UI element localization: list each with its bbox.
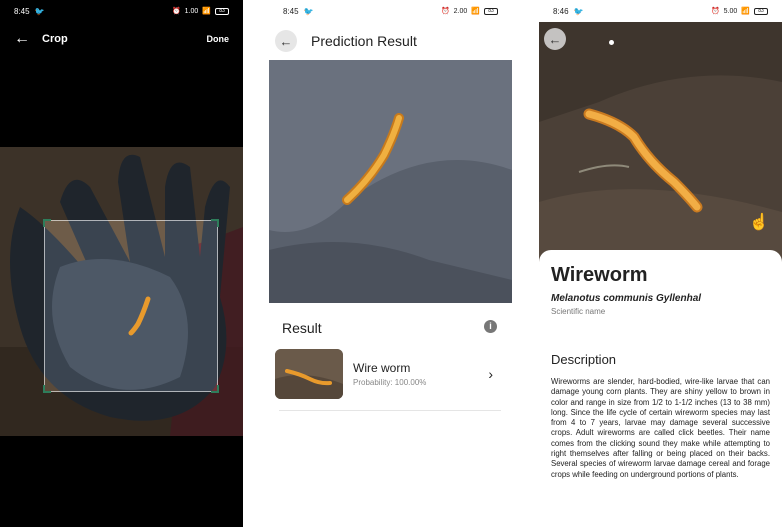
crop-handle-bottom-left[interactable]: [43, 385, 51, 393]
crop-header: ← Crop Done: [0, 28, 243, 50]
detail-screen: 8:46 🐦 ⏰ 5.00 📶 83 ← ☝ Wireworm Melanotu…: [539, 0, 782, 527]
battery-icon: 83: [754, 7, 768, 15]
crop-screen: 8:45 🐦 ⏰ 1.00 📶 83 ← Crop Done: [0, 0, 243, 527]
status-time: 8:46: [553, 6, 569, 16]
status-bar: 8:46 🐦 ⏰ 5.00 📶 83: [539, 0, 782, 22]
prediction-image: [269, 60, 512, 303]
status-time: 8:45: [14, 6, 30, 16]
prediction-screen: 8:45 🐦 ⏰ 2.00 📶 83 ← Prediction Result R…: [269, 0, 512, 527]
back-arrow-icon: ←: [548, 31, 562, 47]
crop-mask-bottom: [0, 392, 243, 436]
battery-icon: 83: [484, 7, 498, 15]
glove-closeup-photo: [269, 60, 512, 303]
crop-mask-top: [0, 147, 243, 220]
screens-container: 8:45 🐦 ⏰ 1.00 📶 83 ← Crop Done 8:45 🐦 ⏰ …: [0, 0, 782, 527]
divider: [279, 410, 501, 411]
network-speed: 5.00: [723, 7, 738, 15]
scientific-name: Melanotus communis Gyllenhal: [551, 293, 702, 304]
status-bar: 8:45 🐦 ⏰ 2.00 📶 83: [269, 0, 512, 22]
wireworm-thumbnail-image: [275, 349, 343, 399]
carousel-dot: [609, 40, 614, 45]
result-probability: Probability: 100.00%: [353, 378, 427, 387]
alarm-icon: ⏰: [171, 8, 181, 15]
back-arrow-icon: ←: [279, 33, 293, 49]
back-button[interactable]: ←: [544, 28, 566, 50]
twitter-icon: 🐦: [303, 6, 314, 16]
alarm-icon: ⏰: [440, 8, 450, 15]
page-title: Prediction Result: [311, 33, 417, 49]
back-arrow-icon[interactable]: ←: [14, 30, 30, 48]
crop-mask-right: [218, 220, 243, 392]
network-speed: 1.00: [184, 7, 199, 15]
twitter-icon: 🐦: [34, 6, 45, 16]
scientific-name-label: Scientific name: [551, 307, 606, 316]
pest-hero-image[interactable]: [539, 22, 782, 262]
back-button[interactable]: ←: [275, 30, 297, 52]
result-thumbnail: [275, 349, 343, 399]
network-speed: 2.00: [453, 7, 468, 15]
status-time: 8:45: [283, 6, 299, 16]
hero-back: ←: [544, 28, 566, 50]
crop-title: Crop: [42, 33, 68, 45]
status-bar: 8:45 🐦 ⏰ 1.00 📶 83: [0, 0, 243, 22]
alarm-icon: ⏰: [710, 8, 720, 15]
chevron-right-icon: ›: [488, 366, 493, 382]
crop-handle-top-left[interactable]: [43, 219, 51, 227]
result-name: Wire worm: [353, 361, 411, 375]
twitter-icon: 🐦: [573, 6, 584, 16]
result-text: Wire worm Probability: 100.00%: [353, 361, 488, 387]
wireworm-soil-photo: [539, 22, 782, 262]
description-heading: Description: [551, 352, 617, 367]
detail-sheet: Wireworm Melanotus communis Gyllenhal Sc…: [539, 250, 782, 527]
hand-pointer-icon: ☝: [749, 214, 769, 231]
result-list-item[interactable]: Wire worm Probability: 100.00% ›: [275, 348, 503, 400]
done-button[interactable]: Done: [207, 34, 230, 44]
crop-handle-bottom-right[interactable]: [211, 385, 219, 393]
wifi-icon: 📶: [471, 8, 480, 15]
result-heading: Result: [282, 320, 322, 336]
crop-mask-left: [0, 220, 44, 392]
info-icon[interactable]: i: [484, 320, 497, 333]
battery-icon: 83: [215, 7, 229, 15]
wifi-icon: 📶: [202, 8, 211, 15]
crop-frame[interactable]: [43, 219, 219, 393]
prediction-header: ← Prediction Result: [275, 28, 512, 54]
wifi-icon: 📶: [741, 8, 750, 15]
description-text: Wireworms are slender, hard-bodied, wire…: [551, 377, 770, 479]
crop-handle-top-right[interactable]: [211, 219, 219, 227]
pest-name: Wireworm: [551, 264, 648, 286]
